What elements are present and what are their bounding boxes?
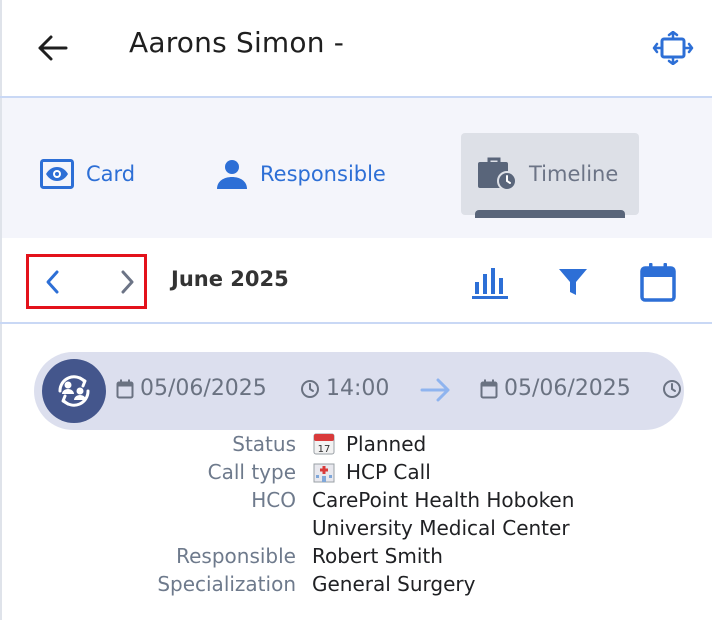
detail-row-call-type: Call type HCP Call — [0, 460, 712, 488]
specialization-label: Specialization — [157, 572, 296, 596]
hco-label: HCO — [251, 488, 296, 512]
arrow-left-icon — [38, 35, 68, 61]
toolbar-divider — [0, 322, 712, 324]
calendar-small-icon — [116, 379, 134, 398]
event-type-avatar — [42, 359, 106, 423]
calendar-icon — [640, 263, 676, 302]
status-label: Status — [232, 432, 296, 456]
start-time-text: 14:00 — [326, 376, 390, 401]
detail-row-status: Status 17 Planned — [0, 432, 712, 460]
detail-row-hco-cont: University Medical Center — [0, 516, 712, 544]
responsible-value: Robert Smith — [312, 544, 443, 568]
filter-icon — [559, 269, 587, 295]
calendar-button[interactable] — [636, 260, 680, 304]
detail-row-responsible: Responsible Robert Smith — [0, 544, 712, 572]
filter-button[interactable] — [551, 260, 595, 304]
app-header: Aarons Simon - — [2, 0, 712, 96]
status-value: 17 Planned — [312, 432, 426, 456]
call-type-text: HCP Call — [346, 460, 431, 484]
hospital-emoji-icon — [312, 460, 336, 484]
calendar-emoji-icon: 17 — [312, 432, 336, 456]
active-tab-indicator — [475, 210, 625, 218]
next-month-button[interactable] — [113, 265, 143, 299]
tab-responsible[interactable]: Responsible — [216, 133, 386, 215]
end-date-text: 05/06/2025 — [504, 376, 631, 401]
chart-view-button[interactable] — [468, 260, 512, 304]
hco-value-line2: University Medical Center — [312, 516, 570, 540]
timeline-event[interactable]: 05/06/2025 14:00 05/06/2025 14 — [34, 352, 684, 430]
tab-timeline[interactable]: Timeline — [461, 133, 639, 215]
current-month-label: June 2025 — [171, 267, 289, 291]
clock-icon — [301, 379, 319, 398]
back-button[interactable] — [32, 28, 72, 68]
call-type-value: HCP Call — [312, 460, 431, 484]
briefcase-clock-icon — [478, 157, 517, 191]
month-navigation-highlight — [26, 254, 147, 309]
expand-arrows-icon — [652, 31, 694, 65]
start-date: 05/06/2025 — [116, 376, 267, 401]
chevron-right-icon — [121, 270, 134, 294]
eye-card-icon — [40, 159, 74, 189]
calendar-small-icon — [480, 379, 498, 398]
end-date: 05/06/2025 — [480, 376, 631, 401]
svg-text:17: 17 — [318, 444, 331, 455]
person-icon — [217, 160, 247, 189]
start-date-text: 05/06/2025 — [140, 376, 267, 401]
sync-people-icon — [58, 375, 90, 407]
start-time: 14:00 — [300, 376, 389, 401]
to-arrow-icon — [420, 376, 452, 408]
detail-row-specialization: Specialization General Surgery — [0, 572, 712, 600]
responsible-label: Responsible — [176, 544, 296, 568]
detail-row-hco: HCO CarePoint Health Hoboken — [0, 488, 712, 516]
end-time: 14 — [662, 376, 684, 401]
tab-timeline-label: Timeline — [529, 162, 619, 186]
tab-card[interactable]: Card — [40, 133, 135, 215]
specialization-value: General Surgery — [312, 572, 476, 596]
call-type-label: Call type — [207, 460, 296, 484]
tab-card-label: Card — [86, 162, 136, 186]
previous-month-button[interactable] — [37, 265, 67, 299]
expand-button[interactable] — [650, 30, 696, 66]
status-text: Planned — [346, 432, 427, 456]
bar-chart-icon — [472, 268, 508, 299]
hco-value-line1: CarePoint Health Hoboken — [312, 488, 575, 512]
clock-icon — [663, 379, 681, 398]
chevron-left-icon — [46, 270, 59, 294]
page-title: Aarons Simon - — [129, 26, 345, 59]
timeline-toolbar: June 2025 — [2, 238, 712, 322]
tab-bar: Card Responsible Timeline — [2, 98, 712, 238]
tab-responsible-label: Responsible — [260, 162, 386, 186]
